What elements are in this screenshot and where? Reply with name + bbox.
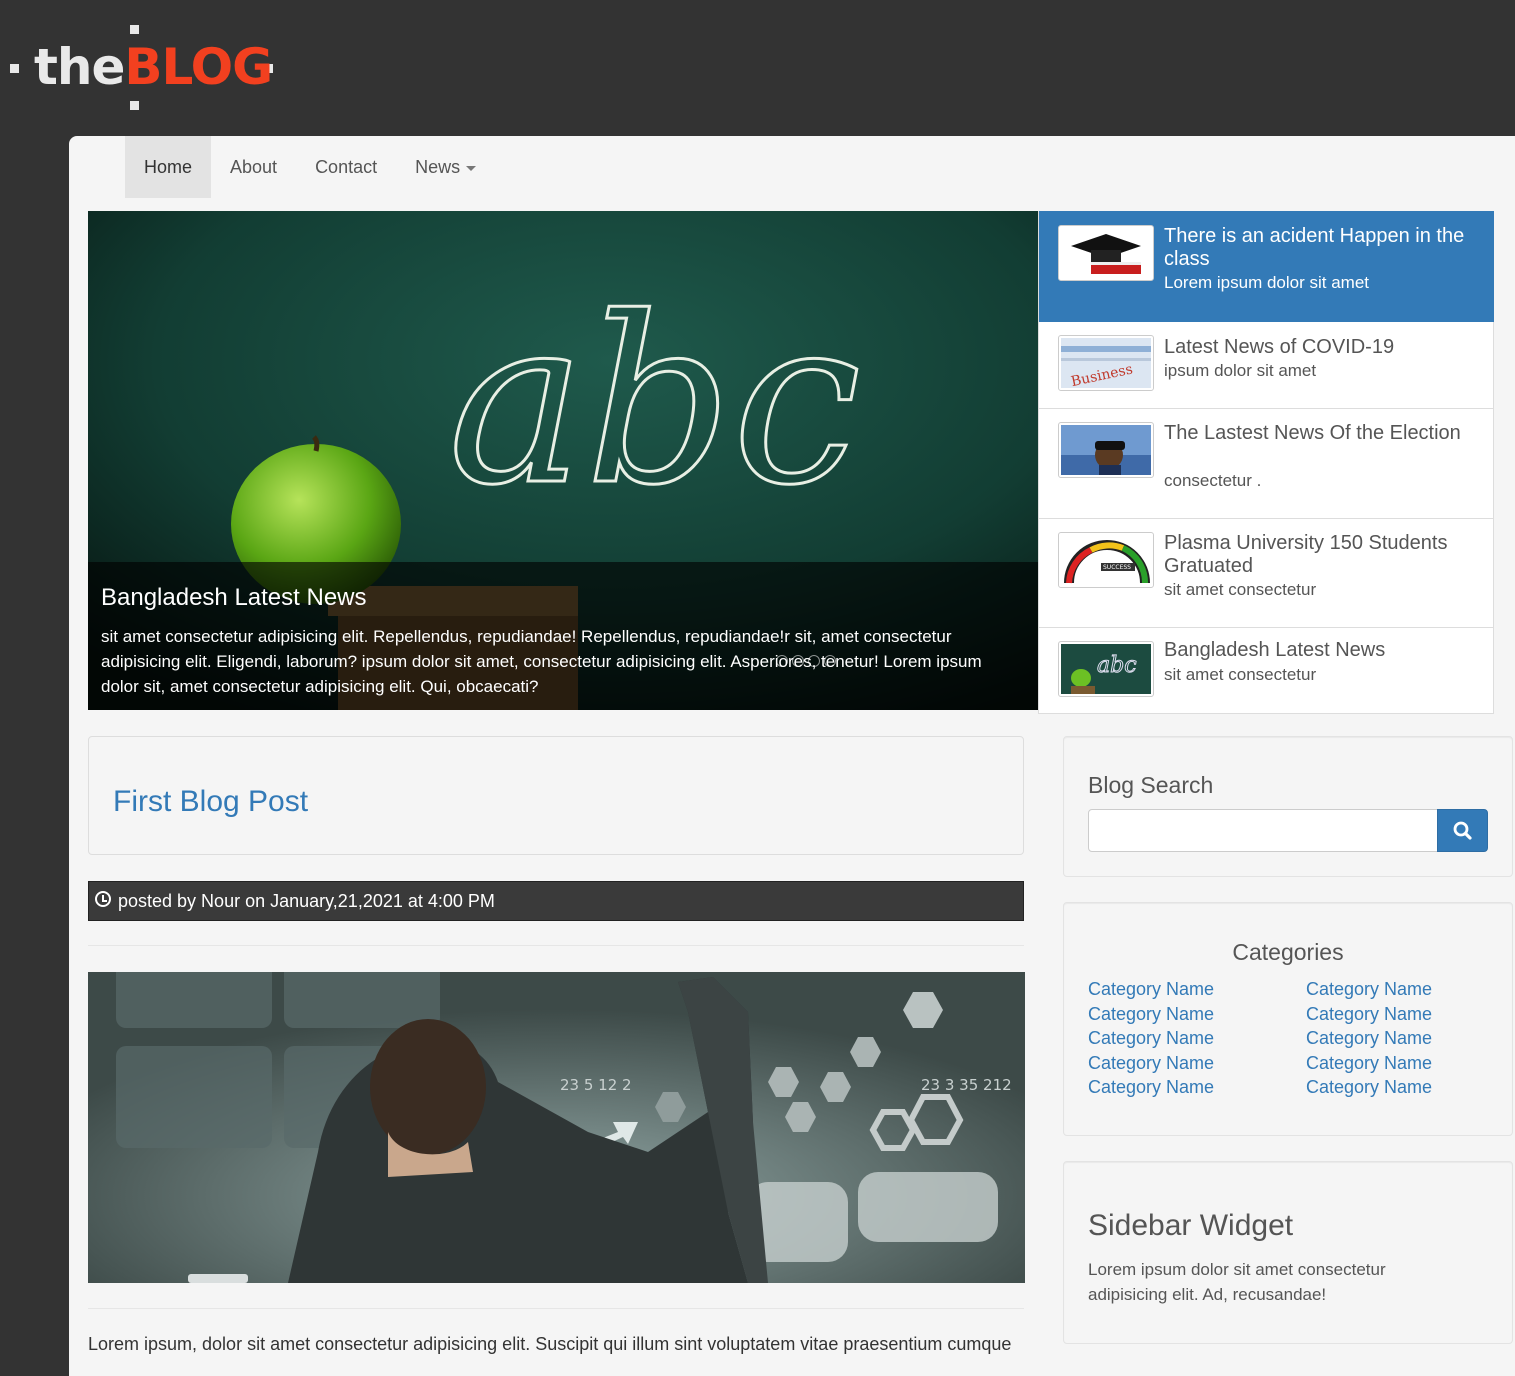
svg-text:abc: abc [1097,653,1137,678]
image-numbers-left: 23 5 12 2 [560,1076,632,1094]
news-item-title: The Lastest News Of the Election [1164,422,1461,444]
category-link[interactable]: Category Name [1306,1075,1432,1100]
sidebar-widget-title: Sidebar Widget [1088,1209,1294,1242]
carousel-indicators [776,655,836,667]
logo-dot-left [10,64,19,73]
post-meta-text: posted by Nour on January,21,2021 at 4:0… [118,891,495,911]
category-link[interactable]: Category Name [1088,977,1214,1002]
carousel-caption-title: Bangladesh Latest News [101,584,367,611]
post-title-panel: First Blog Post [88,736,1024,855]
news-item-title: Bangladesh Latest News [1164,639,1386,661]
news-list: There is an acident Happen in the class … [1038,211,1494,714]
nav-news-label: News [415,157,461,177]
news-item-subtitle: ipsum dolor sit amet [1164,361,1317,380]
nav-about[interactable]: About [211,136,296,198]
image-numbers-right: 23 3 35 212 [921,1076,1012,1094]
logo-dot-bottom [130,101,139,110]
category-link[interactable]: Category Name [1088,1051,1214,1076]
nav-home[interactable]: Home [125,136,212,198]
logo-text-blog: BLOG [124,38,273,96]
news-carousel[interactable]: abc Bangladesh Latest News sit amet cons… [88,211,1038,710]
binoculars-man-thumbnail [1058,422,1154,478]
category-link[interactable]: Category Name [1306,1026,1432,1051]
post-image: 23 5 12 2 23 3 35 212 [88,972,1025,1283]
site-logo[interactable]: theBLOG [10,22,280,114]
divider [88,945,1024,946]
blog-search-widget: Blog Search [1063,736,1513,877]
category-link[interactable]: Category Name [1306,1002,1432,1027]
news-item-subtitle: consectetur . [1164,471,1262,490]
categories-right-column: Category Name Category Name Category Nam… [1306,977,1432,1100]
carousel-caption-text: sit amet consectetur adipisicing elit. R… [101,627,982,696]
svg-text:SUCCESS: SUCCESS [1103,564,1131,571]
nav-contact[interactable]: Contact [296,136,396,198]
chalkboard-thumbnail: abc [1058,641,1154,697]
sidebar-widget: Sidebar Widget Lorem ipsum dolor sit ame… [1063,1161,1513,1344]
content-wrapper: Home About Contact News abc Bangladesh L… [69,136,1515,1376]
clock-icon [95,891,111,907]
divider [88,1308,1024,1309]
category-link[interactable]: Category Name [1088,1075,1214,1100]
news-item[interactable]: Business Latest News of COVID-19 ipsum d… [1039,322,1494,409]
post-meta-bar: posted by Nour on January,21,2021 at 4:0… [88,881,1024,921]
carousel-dot[interactable] [792,655,804,667]
search-button[interactable] [1437,809,1488,852]
news-item[interactable]: The Lastest News Of the Election consect… [1039,409,1494,519]
carousel-dot[interactable] [808,655,820,667]
news-item-title: Latest News of COVID-19 [1164,336,1395,358]
logo-dot-top [130,25,139,34]
news-item-subtitle: sit amet consectetur [1164,580,1317,599]
search-icon [1453,821,1472,840]
news-item[interactable]: SUCCESS Plasma University 150 Students G… [1039,519,1494,628]
news-item[interactable]: abc Bangladesh Latest News sit amet cons… [1039,628,1494,714]
nav-contact-label: Contact [315,157,378,177]
category-link[interactable]: Category Name [1088,1002,1214,1027]
category-link[interactable]: Category Name [1306,977,1432,1002]
news-item-title: There is an acident Happen in the class [1164,225,1465,270]
search-input[interactable] [1088,809,1438,852]
carousel-dot[interactable] [824,655,836,667]
graduation-cap-thumbnail [1058,225,1154,281]
post-body-text: Lorem ipsum, dolor sit amet consectetur … [88,1334,1012,1354]
category-link[interactable]: Category Name [1306,1051,1432,1076]
nav-home-label: Home [144,157,193,177]
business-news-thumbnail: Business [1058,335,1154,391]
categories-title: Categories [1232,939,1344,965]
category-link[interactable]: Category Name [1088,1026,1214,1051]
board-text: abc [448,269,861,536]
news-item-subtitle: Lorem ipsum dolor sit amet [1164,273,1370,292]
post-title-link[interactable]: First Blog Post [113,785,308,819]
news-item-subtitle: sit amet consectetur [1164,665,1317,684]
main-nav: Home About Contact News [125,136,495,198]
logo-text-the: the [34,38,125,96]
carousel-dot[interactable] [776,655,788,667]
nav-news-dropdown[interactable]: News [396,136,495,198]
categories-left-column: Category Name Category Name Category Nam… [1088,977,1214,1100]
logo-wordmark: theBLOG [34,38,273,96]
categories-widget: Categories Category Name Category Name C… [1063,902,1513,1136]
news-item-title: Plasma University 150 Students Gratuated [1164,532,1448,577]
blog-search-title: Blog Search [1088,772,1214,798]
sidebar-widget-text: Lorem ipsum dolor sit amet consectetur a… [1088,1260,1386,1304]
nav-about-label: About [230,157,278,177]
caret-down-icon [466,165,477,171]
success-gauge-thumbnail: SUCCESS [1058,532,1154,588]
carousel-caption: Bangladesh Latest News sit amet consecte… [88,562,1038,710]
news-item[interactable]: There is an acident Happen in the class … [1039,211,1494,322]
